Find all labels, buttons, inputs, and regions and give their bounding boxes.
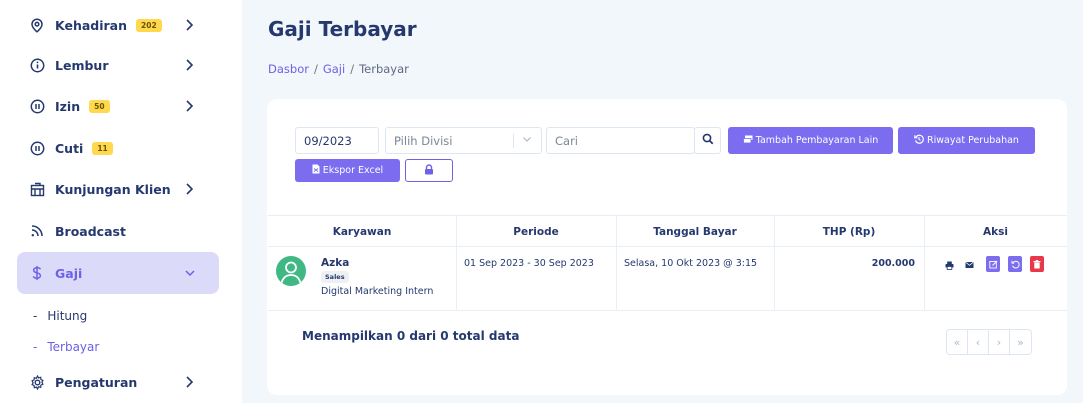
sidebar-item-label: Gaji <box>55 265 83 281</box>
sidebar-item-label: Pengaturan <box>55 374 138 390</box>
edit-icon[interactable] <box>986 256 1000 272</box>
count-badge: 202 <box>136 18 162 32</box>
search-input[interactable]: Cari <box>546 127 695 154</box>
mail-icon[interactable] <box>962 257 976 273</box>
column-header-tanggal-bayar[interactable]: Tanggal Bayar <box>616 216 774 248</box>
breadcrumb-gaji[interactable]: Gaji <box>323 62 345 76</box>
table-header: Karyawan Periode Tanggal Bayar THP (Rp) … <box>268 215 1067 247</box>
division-placeholder: Pilih Divisi <box>394 133 453 148</box>
sidebar-item-label: Kehadiran <box>55 17 128 33</box>
pause-circle-icon <box>29 98 45 114</box>
pause-circle-icon <box>29 140 45 156</box>
first-page-button[interactable]: « <box>947 330 968 354</box>
rss-icon <box>29 223 45 239</box>
sidebar-item-pengaturan[interactable]: Pengaturan <box>17 361 219 403</box>
add-payment-button[interactable]: Tambah Pembayaran Lain <box>728 127 893 154</box>
showing-count-text: Menampilkan 0 dari 0 total data <box>302 329 520 343</box>
search-button[interactable] <box>694 127 721 154</box>
sidebar-subitem-hitung[interactable]: - Hitung <box>33 309 87 323</box>
paid-date-cell: Selasa, 10 Okt 2023 @ 3:15 <box>624 258 758 269</box>
sidebar-item-label: Kunjungan Klien <box>55 181 171 197</box>
delete-icon[interactable] <box>1030 256 1044 272</box>
money-icon <box>742 135 753 147</box>
column-divider <box>774 215 775 310</box>
export-excel-label: Ekspor Excel <box>322 165 384 176</box>
sidebar-item-kehadiran[interactable]: Kehadiran 202 <box>17 4 219 46</box>
breadcrumb-current: Terbayar <box>359 62 409 76</box>
history-icon[interactable] <box>1008 256 1022 272</box>
column-header-aksi: Aksi <box>983 226 1008 238</box>
pagination: « ‹ › » <box>946 329 1032 355</box>
sidebar-item-broadcast[interactable]: Broadcast <box>17 210 219 252</box>
employee-name[interactable]: Azka <box>321 257 349 269</box>
history-button[interactable]: Riwayat Perubahan <box>898 127 1035 154</box>
chevron-right-icon <box>184 181 196 195</box>
row-divider <box>268 310 1067 311</box>
previous-page-button[interactable]: ‹ <box>968 330 989 354</box>
column-divider <box>924 215 925 310</box>
sidebar-item-label: Izin <box>55 98 81 114</box>
lock-icon <box>424 163 434 178</box>
search-placeholder: Cari <box>555 133 578 148</box>
column-divider <box>616 215 617 310</box>
map-pin-icon <box>29 17 45 33</box>
lock-button[interactable] <box>405 159 453 182</box>
sidebar-subitem-dash: - <box>33 340 38 354</box>
info-icon <box>29 57 45 73</box>
count-badge: 11 <box>92 141 113 155</box>
column-divider <box>456 215 457 310</box>
chevron-down-icon <box>184 265 196 279</box>
search-icon <box>702 133 714 148</box>
last-page-button[interactable]: » <box>1010 330 1031 354</box>
breadcrumb-separator: / <box>313 62 318 76</box>
column-header-periode[interactable]: Periode <box>456 216 616 248</box>
building-icon <box>29 181 45 197</box>
employee-position: Digital Marketing Intern <box>321 286 434 297</box>
sidebar-item-cuti[interactable]: Cuti 11 <box>17 127 219 169</box>
export-excel-button[interactable]: Ekspor Excel <box>295 159 400 182</box>
thp-cell: 200.000 <box>871 258 915 269</box>
chevron-right-icon <box>184 98 196 112</box>
avatar <box>276 256 306 286</box>
sidebar-item-gaji[interactable]: Gaji <box>17 252 219 294</box>
history-label: Riwayat Perubahan <box>927 135 1019 146</box>
column-header-karyawan[interactable]: Karyawan <box>268 216 456 248</box>
sidebar-item-lembur[interactable]: Lembur <box>17 44 219 86</box>
sidebar-item-label: Broadcast <box>55 223 126 239</box>
sidebar-item-kunjungan-klien[interactable]: Kunjungan Klien <box>17 168 219 210</box>
sidebar-subitem-dash: - <box>33 309 38 323</box>
history-icon <box>914 134 924 147</box>
sidebar-subitem-label: Terbayar <box>47 340 100 354</box>
chevron-right-icon <box>184 374 196 388</box>
sidebar: Kehadiran 202 Lembur Izin 50 Cuti 11 Kun… <box>0 0 242 403</box>
chevron-down-icon <box>521 132 533 149</box>
division-badge: Sales <box>321 271 349 283</box>
column-header-thp[interactable]: THP (Rp) <box>774 216 924 248</box>
select-divider <box>513 134 514 148</box>
breadcrumb-dasbor[interactable]: Dasbor <box>268 62 309 76</box>
period-value: 09/2023 <box>304 133 352 148</box>
division-select[interactable]: Pilih Divisi <box>385 127 542 154</box>
period-input[interactable]: 09/2023 <box>295 127 379 154</box>
breadcrumb: Dasbor / Gaji / Terbayar <box>268 62 409 76</box>
sidebar-item-label: Cuti <box>55 140 84 156</box>
count-badge: 50 <box>89 99 110 113</box>
file-icon <box>312 164 320 177</box>
period-cell: 01 Sep 2023 - 30 Sep 2023 <box>464 258 594 269</box>
sidebar-item-izin[interactable]: Izin 50 <box>17 85 219 127</box>
page-title: Gaji Terbayar <box>268 17 417 41</box>
breadcrumb-separator: / <box>350 62 355 76</box>
sidebar-subitem-terbayar[interactable]: - Terbayar <box>33 340 99 354</box>
next-page-button[interactable]: › <box>989 330 1010 354</box>
dollar-icon <box>29 265 45 281</box>
print-icon[interactable] <box>942 257 956 273</box>
chevron-right-icon <box>184 57 196 71</box>
chevron-right-icon <box>184 17 196 31</box>
sidebar-subitem-label: Hitung <box>47 309 88 323</box>
add-payment-label: Tambah Pembayaran Lain <box>755 135 879 146</box>
gear-icon <box>29 374 45 390</box>
sidebar-item-label: Lembur <box>55 57 109 73</box>
